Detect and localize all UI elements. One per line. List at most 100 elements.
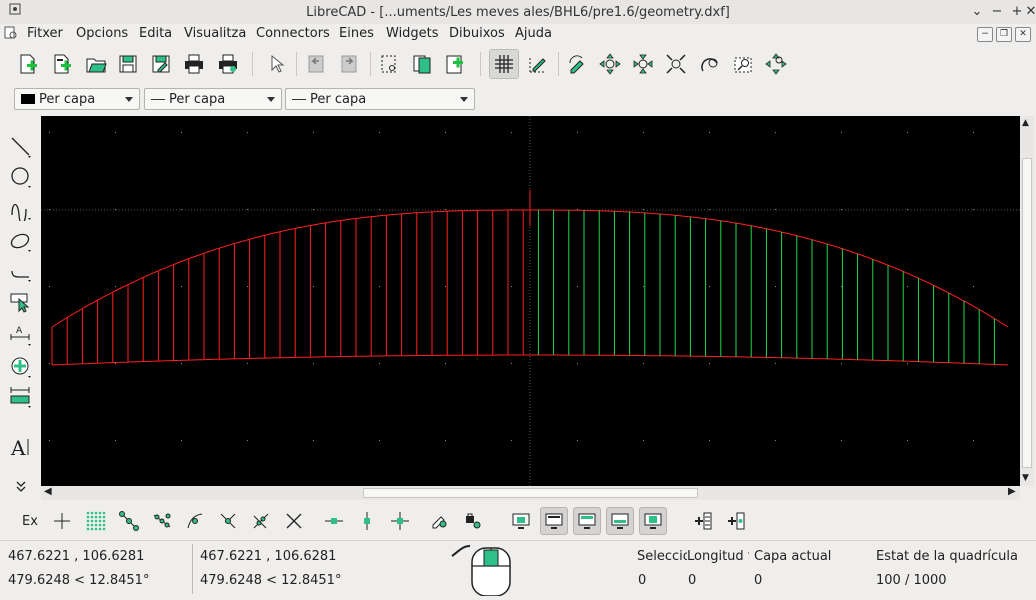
menu-dibuixos[interactable]: Dibuixos (449, 26, 505, 41)
redo-icon[interactable] (335, 50, 363, 78)
grid-dot (313, 440, 314, 441)
mdi-minimize-button[interactable]: − (977, 27, 993, 42)
grid-dot (181, 440, 182, 441)
print-preview-icon[interactable] (214, 50, 242, 78)
zoom-auto-icon[interactable] (662, 50, 690, 78)
zoom-in-icon[interactable] (596, 50, 624, 78)
snap-exclusive-button[interactable]: Ex (16, 507, 44, 535)
save-as-icon[interactable] (147, 50, 175, 78)
spline-icon[interactable] (8, 196, 34, 222)
grid-dot (643, 132, 644, 133)
modify-icon[interactable] (8, 354, 34, 380)
open-icon[interactable] (82, 50, 110, 78)
relative-zero-icon[interactable] (426, 507, 454, 535)
menu-fitxer[interactable]: Fitxer (27, 26, 63, 41)
menu-ajuda[interactable]: Ajuda (515, 26, 552, 41)
scroll-left-icon[interactable]: ◀ (44, 486, 52, 497)
lock-relative-zero-icon[interactable] (459, 507, 487, 535)
new-template-icon[interactable] (48, 50, 76, 78)
add-layer-icon[interactable] (721, 507, 749, 535)
polyline-icon[interactable] (8, 258, 34, 284)
menu-opcions[interactable]: Opcions (76, 26, 128, 41)
zoom-pan-icon[interactable] (762, 50, 790, 78)
menu-bar: Fitxer Opcions Edita Visualitza Connecto… (0, 24, 1036, 44)
print-icon[interactable] (180, 50, 208, 78)
drawing-canvas[interactable] (41, 116, 1020, 486)
window-close-button[interactable]: ✕ (1022, 3, 1036, 21)
horizontal-scroll-thumb[interactable] (363, 488, 698, 498)
measure-icon[interactable] (8, 384, 34, 410)
zoom-out-icon[interactable] (629, 50, 657, 78)
cut-icon[interactable] (375, 50, 403, 78)
restrict-orthogonal-icon[interactable] (386, 507, 414, 535)
scroll-up-icon[interactable]: ▲ (1022, 118, 1029, 128)
pen-width-select[interactable]: Per capa (144, 88, 282, 110)
grid-dot (445, 440, 446, 441)
new-icon[interactable] (14, 50, 42, 78)
menu-document-icon[interactable] (4, 26, 18, 44)
menu-edita[interactable]: Edita (139, 26, 172, 41)
view-3-icon[interactable] (573, 507, 601, 535)
dimension-icon[interactable]: A (8, 322, 34, 348)
select-pointer-icon[interactable] (262, 50, 290, 78)
restrict-horizontal-icon[interactable] (320, 507, 348, 535)
grid-dot (49, 132, 50, 133)
menu-connectors[interactable]: Connectors (256, 26, 330, 41)
snap-center-icon[interactable] (181, 507, 209, 535)
window-title: LibreCAD - [...uments/Les meves ales/BHL… (306, 5, 730, 20)
draft-icon[interactable] (524, 50, 552, 78)
snap-grid-icon[interactable] (82, 507, 110, 535)
zoom-window-icon[interactable] (729, 50, 757, 78)
grid-dot (841, 286, 842, 287)
window-minimize-button[interactable]: − (988, 3, 1006, 21)
add-block-icon[interactable] (688, 507, 716, 535)
zoom-previous-icon[interactable] (696, 50, 724, 78)
toolbar-separator (252, 52, 253, 76)
grid-dot (247, 209, 248, 210)
mdi-restore-button[interactable]: ❐ (996, 27, 1012, 42)
restrict-vertical-icon[interactable] (353, 507, 381, 535)
snap-intersection-icon[interactable] (280, 507, 308, 535)
grid-dot (49, 363, 50, 364)
paste-icon[interactable] (441, 50, 469, 78)
vertical-scrollbar[interactable]: ▲ ▼ (1020, 116, 1034, 486)
copy-icon[interactable] (408, 50, 436, 78)
grid-status-value: 100 / 1000 (876, 573, 947, 588)
pen-linetype-select[interactable]: Per capa (285, 88, 475, 110)
snap-free-icon[interactable] (48, 507, 76, 535)
snap-on-entity-icon[interactable] (148, 507, 176, 535)
view-2-icon[interactable] (540, 507, 568, 535)
text-icon[interactable]: A (8, 434, 34, 460)
save-icon[interactable] (114, 50, 142, 78)
snap-middle-icon[interactable] (214, 507, 242, 535)
pen-color-select[interactable]: Per capa (14, 88, 140, 110)
circle-icon[interactable] (8, 164, 34, 190)
undo-icon[interactable] (302, 50, 330, 78)
grid-dot (907, 363, 908, 364)
menu-widgets[interactable]: Widgets (386, 26, 439, 41)
view-1-icon[interactable] (507, 507, 535, 535)
ellipse-icon[interactable] (8, 228, 34, 254)
vertical-scroll-thumb[interactable] (1022, 158, 1032, 468)
line-icon[interactable] (8, 134, 34, 160)
scroll-right-icon[interactable]: ▶ (1008, 486, 1016, 497)
grid-dot (841, 132, 842, 133)
view-5-icon[interactable] (639, 507, 667, 535)
snap-endpoint-icon[interactable] (115, 507, 143, 535)
menu-visualitza[interactable]: Visualitza (184, 26, 246, 41)
grid-icon[interactable] (489, 49, 519, 79)
redraw-icon[interactable] (563, 50, 591, 78)
view-4-icon[interactable] (606, 507, 634, 535)
select-icon[interactable] (8, 290, 34, 316)
horizontal-scrollbar[interactable]: ◀ ▶ (41, 486, 1020, 500)
selection-label: Seleccio (637, 549, 687, 564)
grid-dot (775, 286, 776, 287)
grid-dot (445, 363, 446, 364)
snap-distance-icon[interactable] (247, 507, 275, 535)
window-shade-button[interactable]: ⌄ (968, 3, 986, 21)
mdi-close-button[interactable]: ✕ (1015, 27, 1031, 42)
pen-linetype-value: Per capa (310, 92, 367, 107)
more-icon[interactable] (8, 478, 34, 494)
menu-eines[interactable]: Eines (339, 26, 374, 41)
scroll-down-icon[interactable]: ▼ (1022, 473, 1029, 483)
